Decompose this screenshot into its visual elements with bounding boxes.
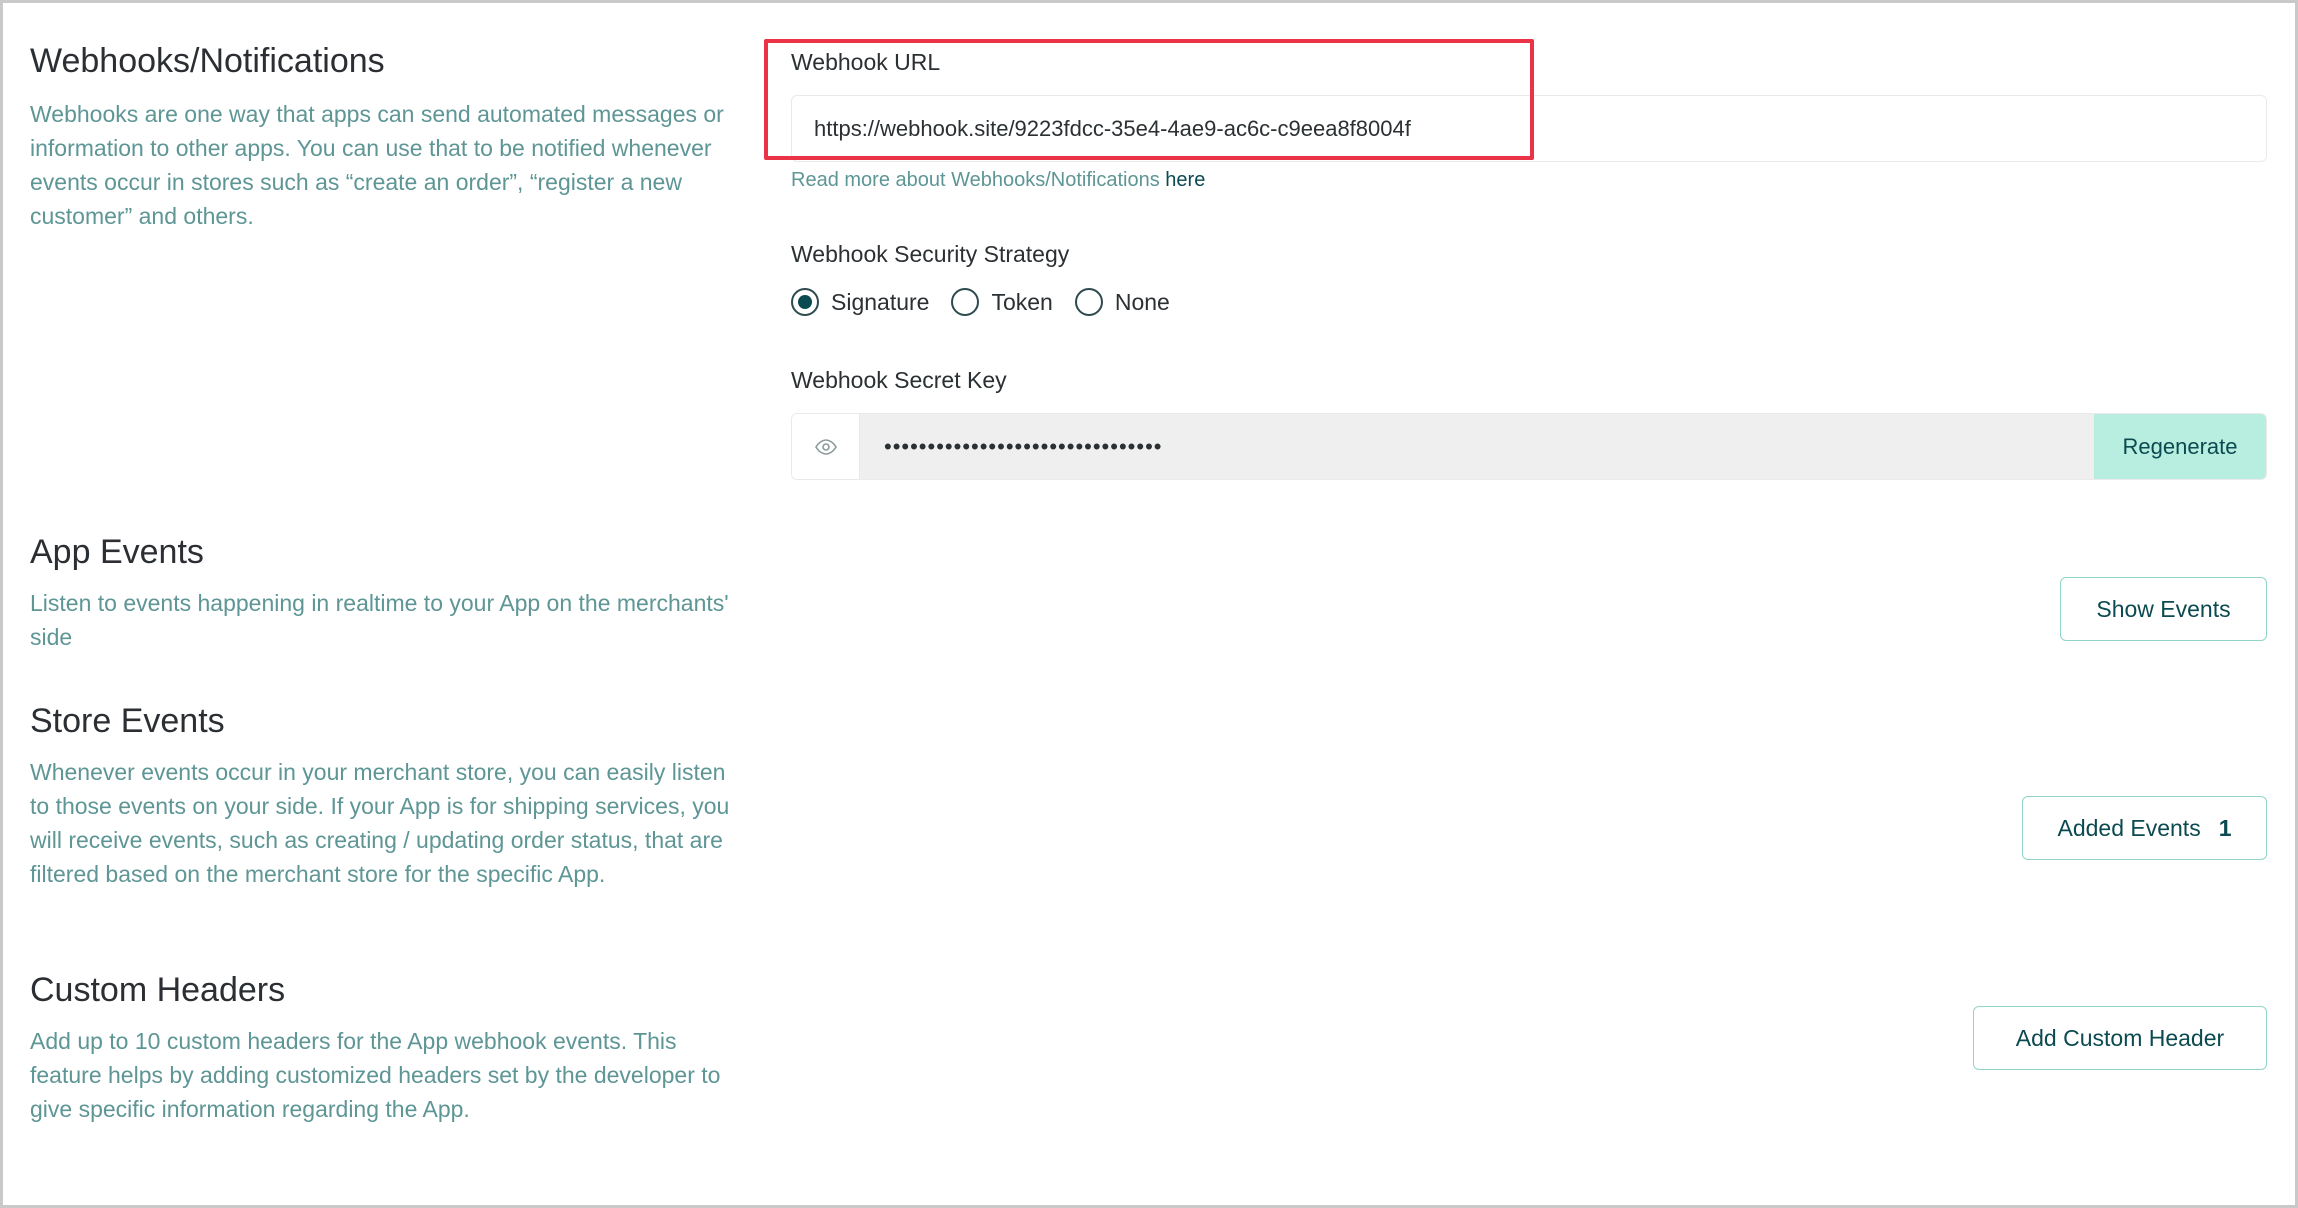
webhooks-help-text: Read more about Webhooks/Notifications h…: [791, 169, 1205, 192]
regenerate-button[interactable]: Regenerate: [2094, 414, 2266, 479]
toggle-visibility-button[interactable]: [792, 414, 860, 479]
app-events-section-info: App Events Listen to events happening in…: [30, 530, 730, 654]
added-events-button[interactable]: Added Events 1: [2022, 796, 2267, 860]
radio-none[interactable]: [1074, 288, 1103, 316]
security-strategy-radio-group: Signature Token None: [791, 288, 1192, 316]
webhooks-title: Webhooks/Notifications: [30, 42, 385, 80]
add-custom-header-button[interactable]: Add Custom Header: [1973, 1006, 2267, 1070]
secret-key-label: Webhook Secret Key: [791, 367, 1007, 393]
webhooks-settings-panel: Webhooks/Notifications Webhooks are one …: [0, 0, 2298, 1208]
radio-signature[interactable]: [791, 288, 819, 316]
radio-none-label: None: [1114, 288, 1170, 315]
app-events-description: Listen to events happening in realtime t…: [30, 590, 729, 650]
radio-option-signature[interactable]: Signature: [791, 288, 929, 316]
app-events-title: App Events: [30, 533, 204, 571]
added-events-label: Added Events: [2057, 814, 2201, 841]
webhooks-description: Webhooks are one way that apps can send …: [30, 101, 724, 229]
webhook-url-value: https://webhook.site/9223fdcc-35e4-4ae9-…: [814, 115, 1411, 141]
custom-headers-title: Custom Headers: [30, 971, 286, 1009]
webhook-url-label: Webhook URL: [791, 49, 941, 75]
help-text-label: Read more about Webhooks/Notifications: [791, 169, 1160, 191]
security-strategy-label: Webhook Security Strategy: [791, 241, 1070, 267]
secret-key-input[interactable]: ••••••••••••••••••••••••••••••••: [860, 414, 2094, 479]
store-events-section-info: Store Events Whenever events occur in yo…: [30, 699, 730, 891]
radio-option-token[interactable]: Token: [951, 288, 1053, 316]
eye-icon: [814, 438, 837, 455]
store-events-description: Whenever events occur in your merchant s…: [30, 759, 730, 887]
webhooks-section-info: Webhooks/Notifications Webhooks are one …: [30, 39, 730, 233]
custom-headers-section-info: Custom Headers Add up to 10 custom heade…: [30, 968, 730, 1126]
secret-key-value: ••••••••••••••••••••••••••••••••: [884, 433, 1163, 459]
radio-option-none[interactable]: None: [1074, 288, 1170, 316]
store-events-title: Store Events: [30, 702, 225, 740]
custom-headers-description: Add up to 10 custom headers for the App …: [30, 1028, 721, 1122]
show-events-button[interactable]: Show Events: [2060, 577, 2267, 641]
added-events-count: 1: [2218, 814, 2232, 841]
help-link[interactable]: here: [1165, 169, 1205, 191]
webhook-url-input[interactable]: https://webhook.site/9223fdcc-35e4-4ae9-…: [791, 95, 2267, 162]
radio-token[interactable]: [951, 288, 980, 316]
radio-token-label: Token: [991, 288, 1053, 315]
radio-signature-label: Signature: [831, 288, 930, 315]
secret-key-field: •••••••••••••••••••••••••••••••• Regener…: [791, 413, 2267, 480]
